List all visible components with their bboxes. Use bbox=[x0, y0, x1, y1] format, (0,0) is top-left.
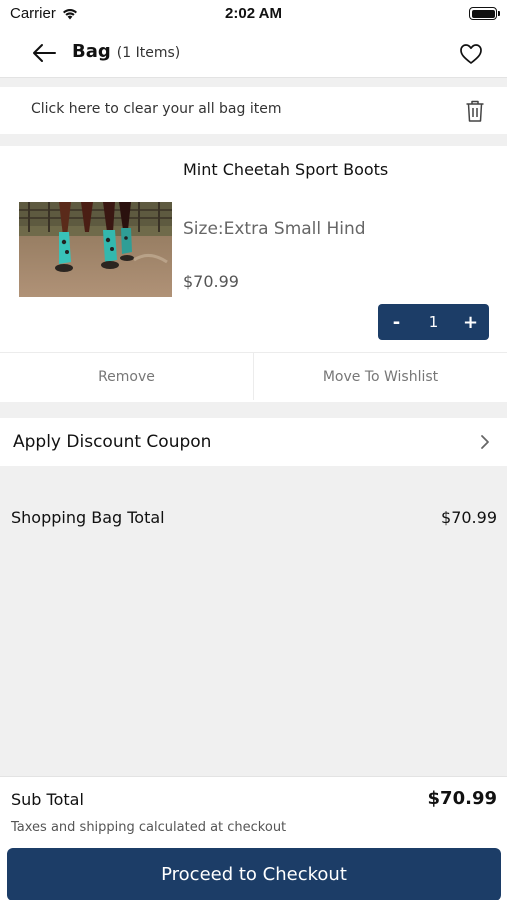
subtotal-label: Sub Total bbox=[11, 790, 84, 809]
clear-bag-button[interactable] bbox=[463, 98, 487, 124]
item-count: (1 Items) bbox=[116, 45, 181, 61]
clear-bag-row[interactable]: Click here to clear your all bag item bbox=[0, 87, 507, 134]
quantity-value: 1 bbox=[428, 313, 439, 331]
move-to-wishlist-button[interactable]: Move To Wishlist bbox=[253, 353, 507, 400]
product-size: Size:Extra Small Hind bbox=[183, 219, 366, 239]
arrow-left-icon bbox=[33, 44, 56, 62]
tax-note: Taxes and shipping calculated at checkou… bbox=[11, 820, 287, 835]
remove-button[interactable]: Remove bbox=[0, 353, 253, 400]
apply-coupon-label: Apply Discount Coupon bbox=[13, 432, 212, 452]
quantity-stepper: - 1 + bbox=[378, 304, 489, 340]
bag-total-value: $70.99 bbox=[441, 508, 497, 527]
bag-total-row: Shopping Bag Total $70.99 bbox=[0, 498, 507, 538]
clock: 2:02 AM bbox=[225, 5, 282, 22]
clear-bag-text: Click here to clear your all bag item bbox=[31, 101, 282, 117]
battery-icon bbox=[469, 7, 500, 20]
cart-item: Mint Cheetah Sport Boots Size:Extra Smal… bbox=[0, 146, 507, 410]
nav-bar: Bag (1 Items) bbox=[0, 28, 507, 78]
bag-total-label: Shopping Bag Total bbox=[11, 508, 165, 527]
quantity-increment-button[interactable]: + bbox=[452, 304, 489, 340]
subtotal-value: $70.99 bbox=[427, 788, 497, 809]
checkout-footer: Sub Total $70.99 Taxes and shipping calc… bbox=[0, 776, 507, 900]
product-image[interactable] bbox=[19, 202, 172, 297]
proceed-to-checkout-button[interactable]: Proceed to Checkout bbox=[7, 848, 501, 900]
page-title-text: Bag bbox=[72, 41, 111, 62]
product-price: $70.99 bbox=[183, 272, 239, 291]
product-name[interactable]: Mint Cheetah Sport Boots bbox=[183, 160, 388, 179]
item-actions: Remove Move To Wishlist bbox=[0, 352, 507, 400]
status-bar: Carrier 2:02 AM bbox=[0, 0, 507, 28]
quantity-decrement-button[interactable]: - bbox=[378, 304, 415, 340]
page-title: Bag (1 Items) bbox=[72, 41, 180, 62]
trash-icon bbox=[466, 100, 484, 122]
wishlist-button[interactable] bbox=[457, 40, 485, 68]
back-button[interactable] bbox=[28, 38, 60, 68]
divider bbox=[0, 402, 507, 410]
apply-coupon-row[interactable]: Apply Discount Coupon bbox=[0, 418, 507, 466]
heart-outline-icon bbox=[460, 44, 482, 64]
chevron-right-icon bbox=[481, 435, 489, 449]
